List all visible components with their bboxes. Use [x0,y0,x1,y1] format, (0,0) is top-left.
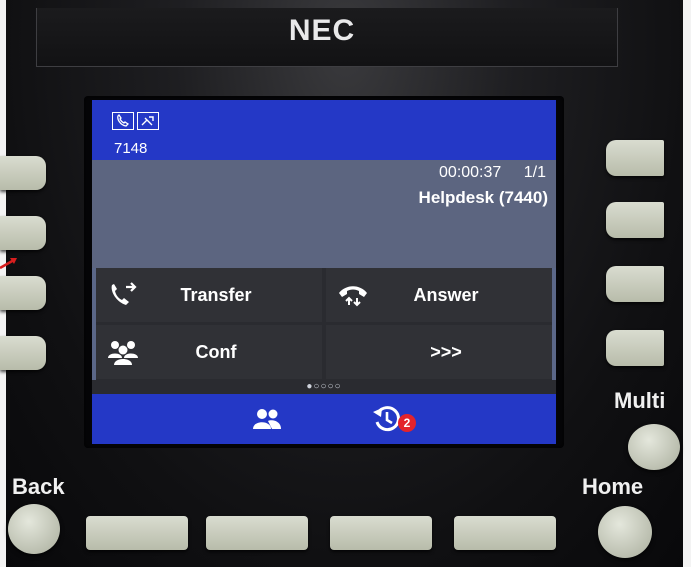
brand-logo: NEC [288,14,356,47]
home-label: Home [582,474,644,499]
line-key-1[interactable] [0,156,46,190]
status-icons [112,112,159,130]
back-button[interactable] [8,504,60,554]
contacts-icon[interactable] [252,408,282,435]
red-arrow-icon [0,258,17,270]
soft-key-4[interactable] [454,516,556,550]
call-count: 1/1 [523,164,546,181]
home-button[interactable] [598,506,652,558]
line-key-3[interactable] [0,276,46,310]
multi-label: Multi [614,388,666,413]
call-timer: 00:00:37 1/1 [439,164,546,182]
right-edge [683,0,691,567]
conference-icon [96,338,150,366]
display-screen: 7148 00:00:37 1/1 Helpdesk (7440) Transf… [92,100,556,444]
back-label: Back [12,474,65,499]
more-button[interactable]: >>> [326,325,552,379]
more-label: >>> [430,341,462,362]
transfer-icon [96,281,150,309]
line-key-8[interactable] [606,330,664,366]
phone-status-icon [112,112,134,130]
call-info-area: 00:00:37 1/1 Helpdesk (7440) [92,160,556,268]
call-timer-value: 00:00:37 [439,164,502,181]
answer-label: Answer [413,284,479,305]
transfer-button[interactable]: Transfer [96,268,322,322]
transfer-label: Transfer [180,284,252,305]
soft-key-3[interactable] [330,516,432,550]
extension-number: 7148 [114,140,148,157]
softkey-grid: Transfer Answer Conf >>> [96,268,552,380]
status-bar: 7148 [92,100,556,160]
page-indicator: ●○○○○ [92,380,556,394]
conf-label: Conf [195,341,237,362]
bottom-nav-bar: 2 [92,394,556,444]
history-badge: 2 [398,414,416,432]
line-key-7[interactable] [606,266,664,302]
multi-button[interactable] [628,424,680,470]
line-key-2[interactable] [0,216,46,250]
soft-key-2[interactable] [206,516,308,550]
caller-name: Helpdesk (7440) [418,188,548,207]
soft-key-1[interactable] [86,516,188,550]
line-key-4[interactable] [0,336,46,370]
answer-icon [326,281,380,309]
conf-button[interactable]: Conf [96,325,322,379]
line-key-5[interactable] [606,140,664,176]
forward-status-icon [137,112,159,130]
answer-button[interactable]: Answer [326,268,552,322]
line-key-6[interactable] [606,202,664,238]
